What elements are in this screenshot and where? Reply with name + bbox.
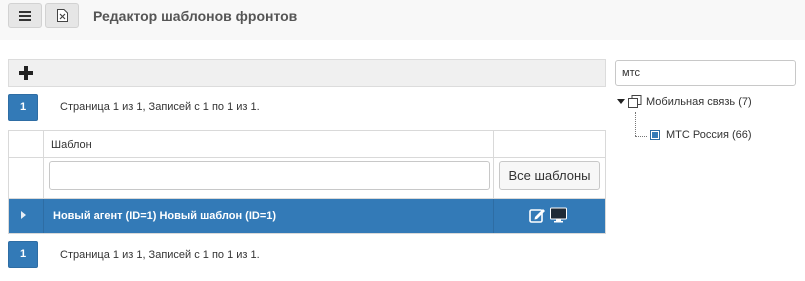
- grid-header-row: Шаблон: [9, 131, 605, 158]
- column-header-template[interactable]: Шаблон: [51, 139, 92, 151]
- copy-group-icon: [628, 95, 642, 108]
- tree-item-label: Мобильная связь (7): [646, 95, 752, 108]
- pager-bottom-info: Страница 1 из 1, Записей с 1 по 1 из 1.: [60, 249, 260, 261]
- templates-grid: Шаблон Все шаблоны Новый агент (ID=1) Но…: [8, 130, 606, 234]
- row-actions: [529, 207, 567, 223]
- tree-item-label: МТС Россия (66): [666, 129, 752, 141]
- table-row[interactable]: Новый агент (ID=1) Новый шаблон (ID=1): [9, 199, 605, 233]
- menu-icon: [19, 10, 31, 21]
- page-title: Редактор шаблонов фронтов: [93, 8, 298, 24]
- top-bar: Редактор шаблонов фронтов: [0, 0, 805, 40]
- plus-icon: [19, 66, 33, 80]
- tree-item-mobile[interactable]: Мобильная связь (7): [617, 95, 752, 108]
- grid-filter-row: Все шаблоны: [9, 158, 605, 199]
- tree-connector: [635, 136, 647, 137]
- tree-connector: [635, 112, 636, 136]
- pager-bottom-page-button[interactable]: 1: [8, 241, 38, 268]
- grid-toolbar: [8, 59, 606, 87]
- pager-top-page-button[interactable]: 1: [8, 94, 38, 121]
- add-button[interactable]: [16, 62, 36, 84]
- all-templates-button[interactable]: Все шаблоны: [499, 161, 600, 190]
- template-filter-input[interactable]: [49, 161, 490, 190]
- menu-button[interactable]: [8, 3, 42, 28]
- excel-export-icon: [56, 9, 68, 22]
- tree-collapse-icon[interactable]: [617, 99, 625, 104]
- edit-icon[interactable]: [529, 207, 546, 223]
- pager-top-info: Страница 1 из 1, Записей с 1 по 1 из 1.: [60, 101, 260, 113]
- expand-row-icon[interactable]: [21, 211, 26, 219]
- row-template-name: Новый агент (ID=1) Новый шаблон (ID=1): [53, 210, 277, 222]
- monitor-icon[interactable]: [550, 207, 567, 223]
- tree-search-input[interactable]: [615, 60, 796, 86]
- excel-export-button[interactable]: [45, 3, 79, 28]
- leaf-square-icon: [650, 130, 660, 140]
- tree-item-mts-russia[interactable]: МТС Россия (66): [650, 129, 752, 141]
